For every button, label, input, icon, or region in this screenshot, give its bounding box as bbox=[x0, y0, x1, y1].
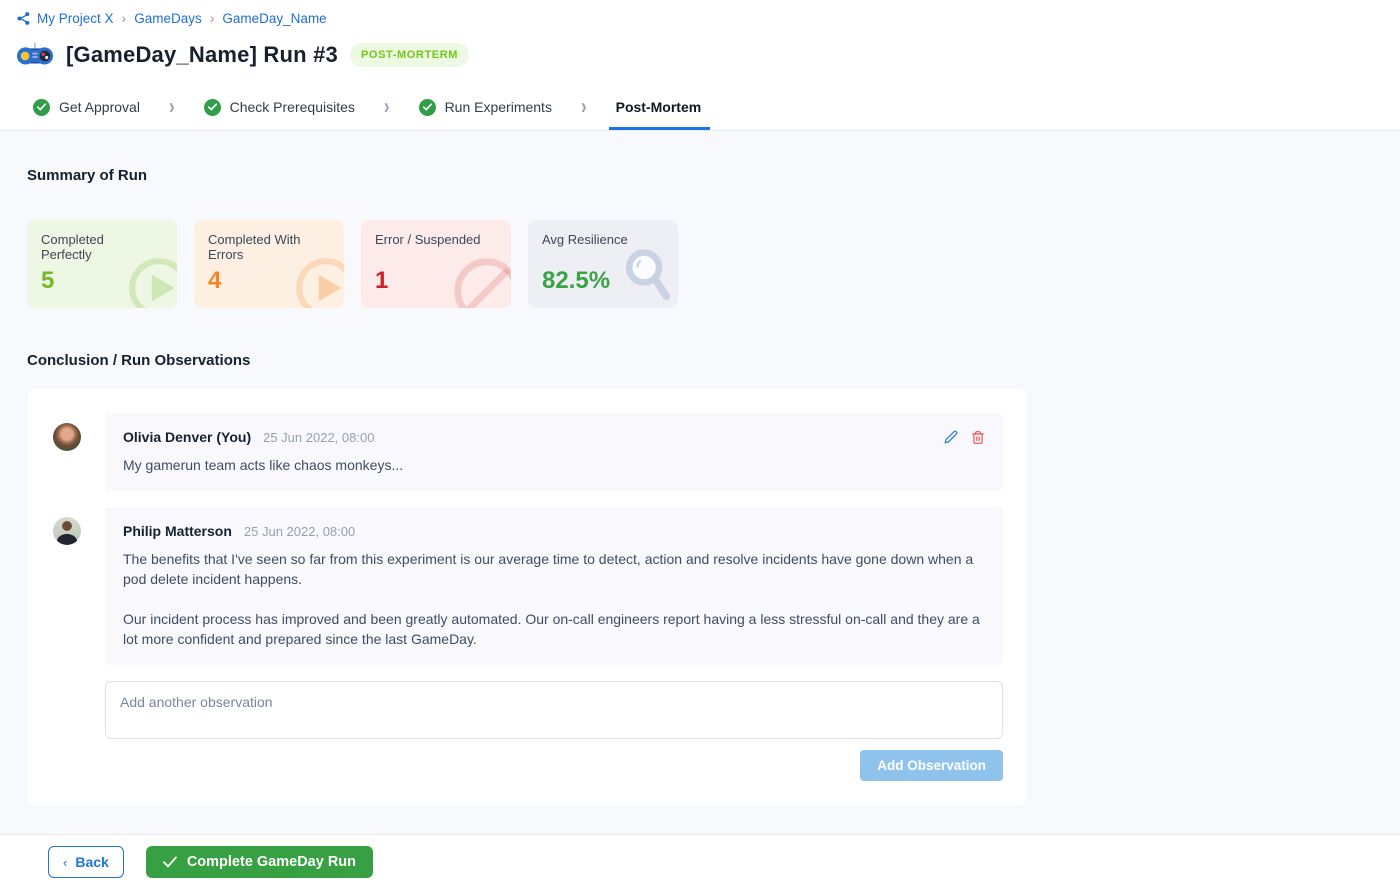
observation-timestamp: 25 Jun 2022, 08:00 bbox=[244, 524, 355, 539]
summary-cards: Completed Perfectly 5 Completed With Err… bbox=[27, 220, 1400, 308]
observation-item: Olivia Denver (You) 25 Jun 2022, 08:00 bbox=[53, 413, 1003, 491]
check-icon bbox=[163, 856, 177, 868]
tab-label: Post-Mortem bbox=[616, 99, 702, 115]
stat-label: Completed With Errors bbox=[208, 233, 318, 262]
edit-icon[interactable] bbox=[944, 430, 958, 444]
observation-bubble: Olivia Denver (You) 25 Jun 2022, 08:00 bbox=[105, 413, 1003, 491]
tab-get-approval[interactable]: Get Approval bbox=[33, 84, 140, 130]
stat-card-error-suspended: Error / Suspended 1 bbox=[361, 220, 511, 308]
stat-label: Avg Resilience bbox=[542, 233, 652, 248]
delete-icon[interactable] bbox=[971, 430, 985, 445]
observations-card: Olivia Denver (You) 25 Jun 2022, 08:00 bbox=[27, 388, 1027, 806]
tab-post-mortem[interactable]: Post-Mortem bbox=[616, 84, 702, 130]
check-circle-icon bbox=[33, 99, 50, 116]
footer-bar: ‹ Back Complete GameDay Run bbox=[0, 834, 1400, 889]
tab-label: Check Prerequisites bbox=[230, 99, 355, 115]
observation-author: Olivia Denver (You) bbox=[123, 429, 251, 445]
summary-heading: Summary of Run bbox=[27, 167, 1400, 184]
add-observation-input[interactable] bbox=[105, 681, 1003, 739]
breadcrumb-separator: › bbox=[208, 10, 217, 26]
chevron-right-icon: › bbox=[140, 94, 204, 120]
tab-run-experiments[interactable]: Run Experiments bbox=[419, 84, 552, 130]
stat-label: Error / Suspended bbox=[375, 233, 485, 248]
breadcrumb: My Project X › GameDays › GameDay_Name bbox=[14, 10, 1400, 26]
stat-label: Completed Perfectly bbox=[41, 233, 151, 262]
project-share-icon bbox=[16, 11, 31, 26]
chevron-right-icon: › bbox=[355, 94, 419, 120]
main-content: Summary of Run Completed Perfectly 5 Com… bbox=[0, 131, 1400, 834]
stat-value: 5 bbox=[41, 267, 163, 295]
observation-item: Philip Matterson 25 Jun 2022, 08:00 The … bbox=[53, 507, 1003, 665]
back-button[interactable]: ‹ Back bbox=[48, 846, 124, 878]
stat-value: 4 bbox=[208, 267, 330, 295]
run-steps-tabbar: Get Approval › Check Prerequisites › Run… bbox=[0, 84, 1400, 131]
breadcrumb-item-gameday-name[interactable]: GameDay_Name bbox=[222, 11, 326, 26]
stat-card-avg-resilience: Avg Resilience 82.5% bbox=[528, 220, 678, 308]
add-observation-button[interactable]: Add Observation bbox=[860, 750, 1003, 781]
stat-card-completed-with-errors: Completed With Errors 4 bbox=[194, 220, 344, 308]
observations-heading: Conclusion / Run Observations bbox=[27, 352, 1400, 369]
breadcrumb-separator: › bbox=[120, 10, 129, 26]
observation-author: Philip Matterson bbox=[123, 523, 232, 539]
tab-label: Get Approval bbox=[59, 99, 140, 115]
breadcrumb-item-gamedays[interactable]: GameDays bbox=[134, 11, 202, 26]
gamepad-icon bbox=[16, 40, 54, 70]
stat-card-completed-perfectly: Completed Perfectly 5 bbox=[27, 220, 177, 308]
stat-value: 1 bbox=[375, 267, 497, 295]
observation-text: The benefits that I've seen so far from … bbox=[123, 549, 985, 589]
observation-text: Our incident process has improved and be… bbox=[123, 609, 985, 649]
page-header: My Project X › GameDays › GameDay_Name [… bbox=[0, 0, 1400, 70]
tab-check-prerequisites[interactable]: Check Prerequisites bbox=[204, 84, 355, 130]
avatar bbox=[53, 423, 81, 451]
status-badge: POST-MORTERM bbox=[350, 43, 469, 67]
observation-bubble: Philip Matterson 25 Jun 2022, 08:00 The … bbox=[105, 507, 1003, 665]
tab-label: Run Experiments bbox=[445, 99, 552, 115]
check-circle-icon bbox=[419, 99, 436, 116]
chevron-right-icon: › bbox=[552, 94, 616, 120]
back-button-label: Back bbox=[75, 854, 108, 870]
page-title: [GameDay_Name] Run #3 bbox=[66, 42, 338, 68]
observation-text: My gamerun team acts like chaos monkeys.… bbox=[123, 455, 985, 475]
breadcrumb-item-project[interactable]: My Project X bbox=[37, 11, 114, 26]
stat-value: 82.5% bbox=[542, 267, 664, 295]
avatar bbox=[53, 517, 81, 545]
observation-timestamp: 25 Jun 2022, 08:00 bbox=[263, 430, 374, 445]
check-circle-icon bbox=[204, 99, 221, 116]
chevron-left-icon: ‹ bbox=[63, 855, 67, 870]
complete-button-label: Complete GameDay Run bbox=[187, 854, 356, 870]
complete-gameday-run-button[interactable]: Complete GameDay Run bbox=[146, 846, 373, 878]
